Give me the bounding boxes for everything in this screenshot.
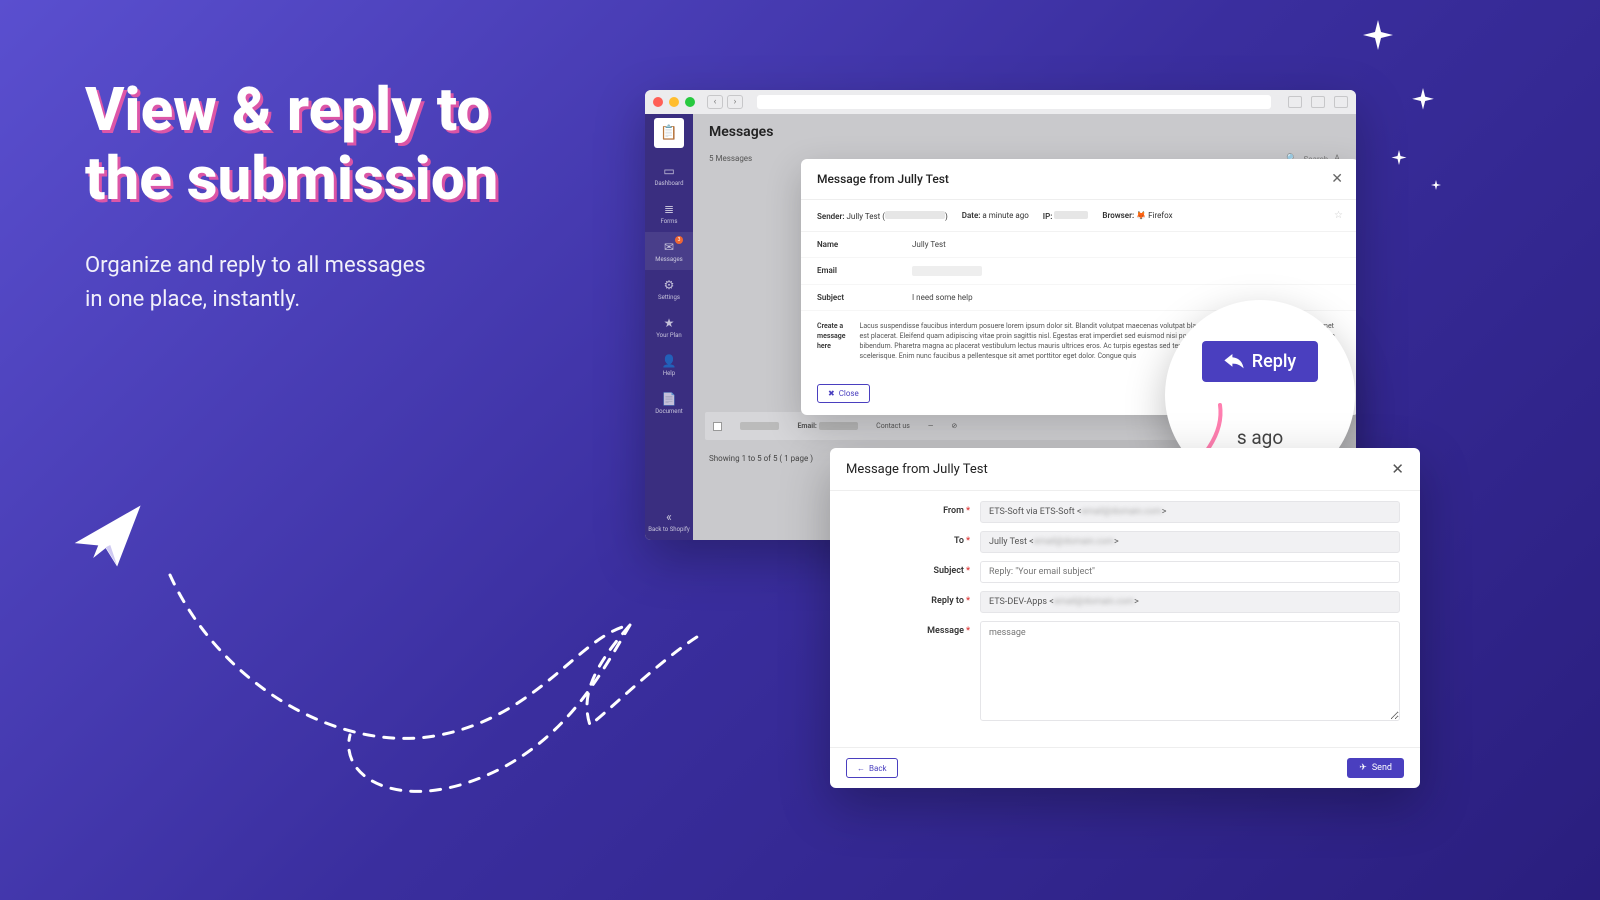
share-icon[interactable] xyxy=(1288,96,1302,108)
sidebar: 📋 ▭Dashboard ≣Forms 3✉Messages ⚙Settings… xyxy=(645,114,693,540)
field-subject: I need some help xyxy=(912,293,1343,302)
to-field: Jully Test <email@domain.com> xyxy=(980,531,1400,553)
checkbox[interactable] xyxy=(713,422,722,431)
document-icon: 📄 xyxy=(662,392,677,406)
chevron-left-icon: « xyxy=(666,510,672,524)
sidebar-item-help[interactable]: 👤Help xyxy=(645,346,693,384)
sparkle-icon xyxy=(1360,20,1396,56)
row-name: x xyxy=(740,422,779,430)
sparkle-icon xyxy=(1410,88,1436,114)
sidebar-item-forms[interactable]: ≣Forms xyxy=(645,194,693,232)
close-button[interactable]: ✖Close xyxy=(817,384,870,403)
reply-arrow-icon xyxy=(1224,354,1244,370)
gear-icon: ⚙ xyxy=(664,278,675,292)
row-form: Contact us xyxy=(876,422,910,430)
close-icon[interactable]: ✕ xyxy=(1391,460,1404,478)
traffic-light-close-icon[interactable] xyxy=(653,97,663,107)
hero: View & reply tothe submission Organize a… xyxy=(85,75,498,317)
url-bar[interactable] xyxy=(757,95,1271,109)
reply-modal-title: Message from Jully Test xyxy=(846,462,988,477)
forms-icon: ≣ xyxy=(664,202,674,216)
field-email: x xyxy=(912,266,982,276)
zoom-ago: s ago xyxy=(1202,426,1319,449)
paper-plane-icon xyxy=(72,500,144,576)
traffic-light-min-icon[interactable] xyxy=(669,97,679,107)
page-title: Messages xyxy=(693,114,1356,150)
sidebar-item-messages[interactable]: 3✉Messages xyxy=(645,232,693,270)
dashboard-icon: ▭ xyxy=(663,164,674,178)
send-icon: ✈ xyxy=(1359,763,1367,773)
hero-subtitle: Organize and reply to all messagesin one… xyxy=(85,249,498,317)
app-logo-icon: 📋 xyxy=(654,118,684,148)
subject-input[interactable] xyxy=(980,561,1400,583)
sparkle-icon xyxy=(1430,180,1442,192)
badge: 3 xyxy=(675,236,683,244)
hero-title: View & reply tothe submission xyxy=(85,75,498,213)
sidebar-back[interactable]: «Back to Shopify xyxy=(645,502,693,540)
send-button[interactable]: ✈Send xyxy=(1347,758,1404,778)
plane-trail xyxy=(160,565,720,825)
from-field: ETS-Soft via ETS-Soft <email@domain.com> xyxy=(980,501,1400,523)
tabs-icon[interactable] xyxy=(1311,96,1325,108)
message-count: 5 Messages xyxy=(709,154,752,164)
x-icon: ✖ xyxy=(828,389,835,398)
field-name: Jully Test xyxy=(912,240,1343,249)
add-tab-icon[interactable] xyxy=(1334,96,1348,108)
sidebar-item-plan[interactable]: ★Your Plan xyxy=(645,308,693,346)
sidebar-item-dashboard[interactable]: ▭Dashboard xyxy=(645,156,693,194)
back-arrow-icon: ← xyxy=(857,764,865,773)
traffic-light-max-icon[interactable] xyxy=(685,97,695,107)
star-icon: ★ xyxy=(664,316,675,330)
nav-fwd-icon[interactable]: › xyxy=(727,95,743,109)
modal-title: Message from Jully Test xyxy=(817,172,949,186)
sidebar-item-document[interactable]: 📄Document xyxy=(645,384,693,422)
field-message-label: Create a message here xyxy=(817,321,846,362)
sidebar-item-settings[interactable]: ⚙Settings xyxy=(645,270,693,308)
reply-button[interactable]: Reply xyxy=(1202,341,1319,382)
back-button[interactable]: ←Back xyxy=(846,758,898,778)
replyto-field: ETS-DEV-Apps <email@domain.com> xyxy=(980,591,1400,613)
messages-icon: ✉ xyxy=(664,240,674,254)
nav-back-icon[interactable]: ‹ xyxy=(707,95,723,109)
star-icon[interactable]: ☆ xyxy=(1334,210,1343,221)
sparkle-icon xyxy=(1390,150,1408,168)
reply-form-modal: Message from Jully Test ✕ From* ETS-Soft… xyxy=(830,448,1420,788)
close-icon[interactable]: ✕ xyxy=(1331,171,1343,187)
help-icon: 👤 xyxy=(662,354,677,368)
message-textarea[interactable] xyxy=(980,621,1400,721)
window-titlebar: ‹› xyxy=(645,90,1356,114)
